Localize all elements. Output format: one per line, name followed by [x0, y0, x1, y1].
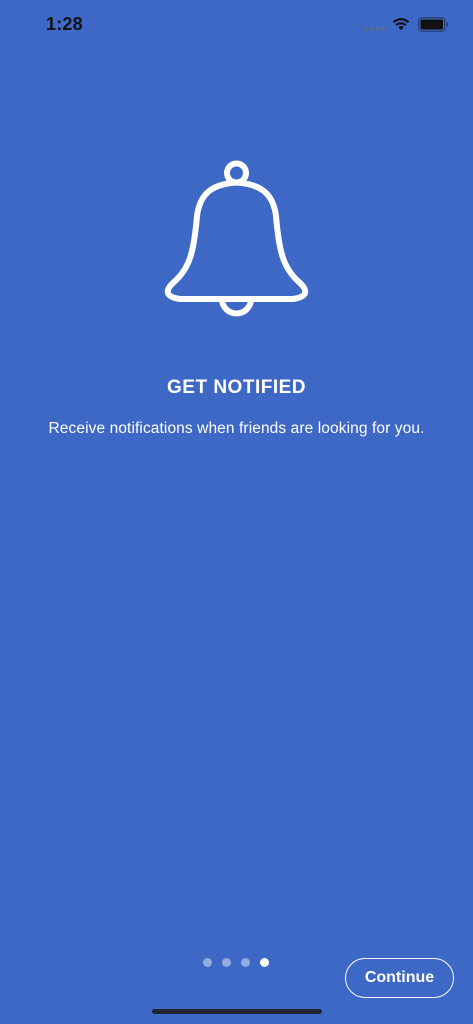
battery-icon	[418, 17, 449, 32]
page-dot-3[interactable]	[241, 958, 250, 967]
page-dot-1[interactable]	[203, 958, 212, 967]
onboarding-screen: 1:28 GET NOTIFIED Receive notifications …	[0, 0, 473, 1024]
slide-title: GET NOTIFIED	[167, 377, 306, 398]
cellular-signal-icon	[364, 27, 386, 31]
status-time: 1:28	[46, 14, 83, 34]
page-dot-2[interactable]	[222, 958, 231, 967]
status-bar: 1:28	[0, 0, 473, 50]
page-dot-4-active[interactable]	[260, 958, 269, 967]
wifi-icon	[392, 18, 410, 31]
bell-icon	[164, 160, 309, 317]
continue-button[interactable]: Continue	[345, 958, 454, 998]
slide-description: Receive notifications when friends are l…	[48, 420, 425, 437]
home-indicator[interactable]	[152, 1009, 322, 1014]
